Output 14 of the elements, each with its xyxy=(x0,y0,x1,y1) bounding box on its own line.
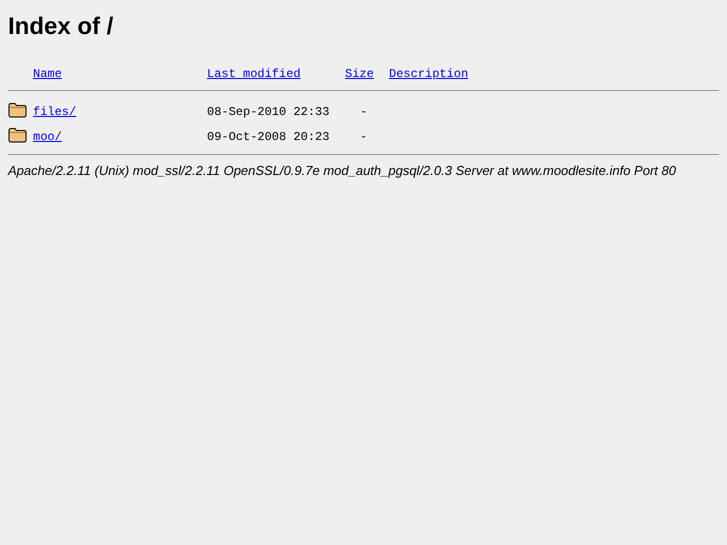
page-title: Index of / xyxy=(8,13,114,41)
file-size: - xyxy=(360,104,368,118)
server-signature: Apache/2.2.11 (Unix) mod_ssl/2.2.11 OpenSSL/0.9.7e mod_auth_pgsql/2.0.3 Server at www.moodlesite.info Port 80 xyxy=(8,163,677,178)
folder-icon xyxy=(8,126,27,142)
column-header-link[interactable]: Name xyxy=(33,67,62,81)
file-size: - xyxy=(360,130,368,144)
folder-link[interactable]: moo/ xyxy=(33,130,62,144)
column-header-link[interactable]: Description xyxy=(389,67,468,81)
folder-link[interactable]: files/ xyxy=(33,104,76,118)
folder-icon xyxy=(8,102,27,118)
column-header-link[interactable]: Size xyxy=(345,67,374,81)
column-header-link[interactable]: Last modified xyxy=(207,67,301,81)
modified-date: 08-Sep-2010 22:33 xyxy=(207,104,330,118)
modified-date: 09-Oct-2008 20:23 xyxy=(207,130,330,144)
